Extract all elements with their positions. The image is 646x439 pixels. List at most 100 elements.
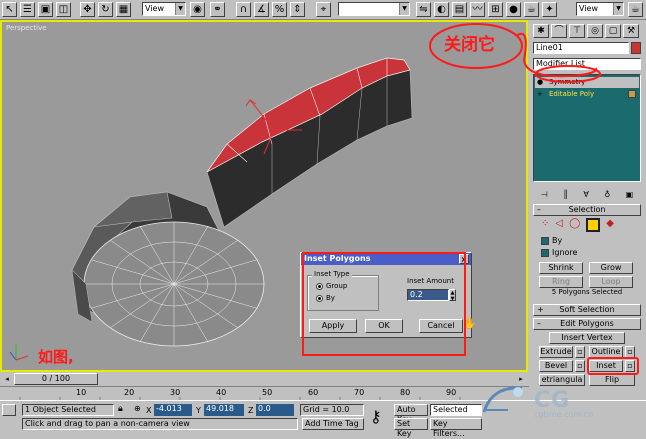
subobject-levels: ⁘ ◁ ◯ ◆ [541,218,614,232]
mirror-icon[interactable]: ⇋ [416,2,431,17]
tick-label: 20 [124,388,135,397]
key-icon[interactable]: ⚷ [370,407,382,426]
selection-rollout-header[interactable]: – Selection [533,204,641,216]
element-level-icon[interactable]: ◆ [606,218,614,232]
utilities-tab-icon[interactable]: ⚒ [623,24,639,38]
rotate-icon[interactable]: ↻ [98,2,113,17]
lock-icon[interactable]: 🔒︎ [118,404,123,414]
track-bar[interactable]: 10 20 30 40 50 60 70 80 90 [0,386,529,401]
move-icon[interactable]: ✥ [80,2,95,17]
material-editor-icon[interactable]: ● [506,2,521,17]
spinner-snap-icon[interactable]: ⇕ [290,2,305,17]
tick-label: 50 [262,388,273,397]
percent-snap-icon[interactable]: % [272,2,287,17]
quick-render-icon[interactable]: ✦ [542,2,557,17]
set-key-button[interactable]: Set Key [394,418,428,438]
align-icon[interactable]: ◐ [434,2,449,17]
render-type-combo[interactable]: View ▼ [576,2,624,16]
collapse-icon: – [537,205,541,214]
layers-icon[interactable]: ▤ [452,2,467,17]
y-coordinate-input[interactable]: 49.018 [204,404,244,416]
by-vertex-checkbox[interactable]: By [541,236,562,245]
annotation-circle-stack [429,23,601,83]
border-level-icon[interactable]: ◯ [569,218,580,232]
polygon-level-icon[interactable] [586,218,601,232]
bevel-button[interactable]: Bevel [539,360,573,372]
add-time-tag-button[interactable]: Add Time Tag [302,418,364,430]
window-crossing-icon[interactable]: ◫ [56,2,71,17]
chevron-down-icon: ▼ [613,3,623,15]
tick-label: 80 [400,388,411,397]
edit-polygons-rollout-header[interactable]: – Edit Polygons [533,318,641,330]
region-select-icon[interactable]: ▣ [38,2,53,17]
annotation-box-dialog [302,252,466,356]
soft-selection-rollout-header[interactable]: + Soft Selection [533,304,641,316]
checkbox-icon [541,248,549,257]
select-by-name-icon[interactable]: ☰ [20,2,35,17]
grow-button[interactable]: Grow [589,262,633,274]
curve-editor-icon[interactable]: 〰 [470,2,485,17]
configure-sets-icon[interactable]: ▣ [626,190,634,199]
select-arrow-icon[interactable]: ↖ [2,2,17,17]
annotation-as-shown: 如图, [38,348,74,366]
object-color-swatch[interactable] [631,42,641,54]
x-label: X [146,406,152,415]
angle-snap-icon[interactable]: ∡ [254,2,269,17]
extrude-settings-icon[interactable]: ▫ [575,346,585,358]
flip-button[interactable]: Flip [589,374,635,386]
ignore-backfacing-checkbox[interactable]: Ignore [541,248,577,257]
vertex-level-icon[interactable]: ⁘ [541,218,549,232]
make-unique-icon[interactable]: ∀ [583,190,588,199]
pin-stack-icon[interactable]: ⊣ [541,190,548,199]
z-coordinate-input[interactable]: 0.0 [256,404,294,416]
selection-count: 1 Object Selected [22,404,114,416]
named-selection-set-combo[interactable]: ▼ [338,2,410,16]
render-icon[interactable]: ☕ [628,2,643,17]
bevel-settings-icon[interactable]: ▫ [575,360,585,372]
tick-label: 60 [308,388,319,397]
link-icon[interactable]: ⚭ [210,2,225,17]
ring-button[interactable]: Ring [539,276,583,288]
prev-frame-icon[interactable]: ◂ [2,372,12,386]
tick-label: 70 [354,388,365,397]
insert-vertex-button[interactable]: Insert Vertex [549,332,625,344]
z-label: Z [248,406,254,415]
maxscript-listener-icon[interactable] [2,404,16,416]
reference-coordinate-combo[interactable]: View ▼ [142,2,186,16]
loop-button[interactable]: Loop [589,276,633,288]
stack-tools: ⊣ ║ ∀ ♁ ▣ [533,186,641,202]
time-slider[interactable]: ◂ 0 / 100 ▸ [0,372,529,386]
render-scene-icon[interactable]: ☕ [524,2,539,17]
expand-icon: + [537,305,544,314]
absolute-mode-icon[interactable]: ⊕ [132,404,142,416]
chevron-down-icon: ▼ [175,3,185,15]
tick-label: 90 [446,388,457,397]
tick-label: 10 [76,388,87,397]
tick-label: 30 [170,388,181,397]
show-end-result-icon[interactable]: ║ [563,190,568,199]
selected-set-combo[interactable]: Selected [430,404,482,416]
remove-modifier-icon[interactable]: ♁ [604,190,610,199]
retriangulate-button[interactable]: etriangula [539,374,585,386]
x-coordinate-input[interactable]: -4.013 [154,404,192,416]
watermark-url: cgtime.com.cn [534,410,594,419]
schematic-icon[interactable]: ⊞ [488,2,503,17]
shrink-button[interactable]: Shrink [539,262,583,274]
prompt-line: Click and drag to pan a non-camera view [22,418,298,430]
extrude-button[interactable]: Extrude [539,346,573,358]
key-filters-button[interactable]: Key Filters... [430,418,482,438]
time-slider-thumb[interactable]: 0 / 100 [14,373,98,385]
edge-level-icon[interactable]: ◁ [555,218,563,232]
stack-color-icon [628,90,636,98]
named-selection-icon[interactable]: ⌖ [316,2,331,17]
selection-info: 5 Polygons Selected [551,288,623,296]
scale-icon[interactable]: ▦ [116,2,131,17]
pivot-icon[interactable]: ◉ [190,2,205,17]
chevron-down-icon: ▼ [399,3,409,15]
axis-tripod-icon [9,344,29,361]
checkbox-icon [541,236,549,245]
auto-key-button[interactable]: Auto Key [394,404,428,424]
tick-label: 40 [216,388,227,397]
snap-icon[interactable]: ∩ [236,2,251,17]
collapse-icon: – [537,319,541,328]
